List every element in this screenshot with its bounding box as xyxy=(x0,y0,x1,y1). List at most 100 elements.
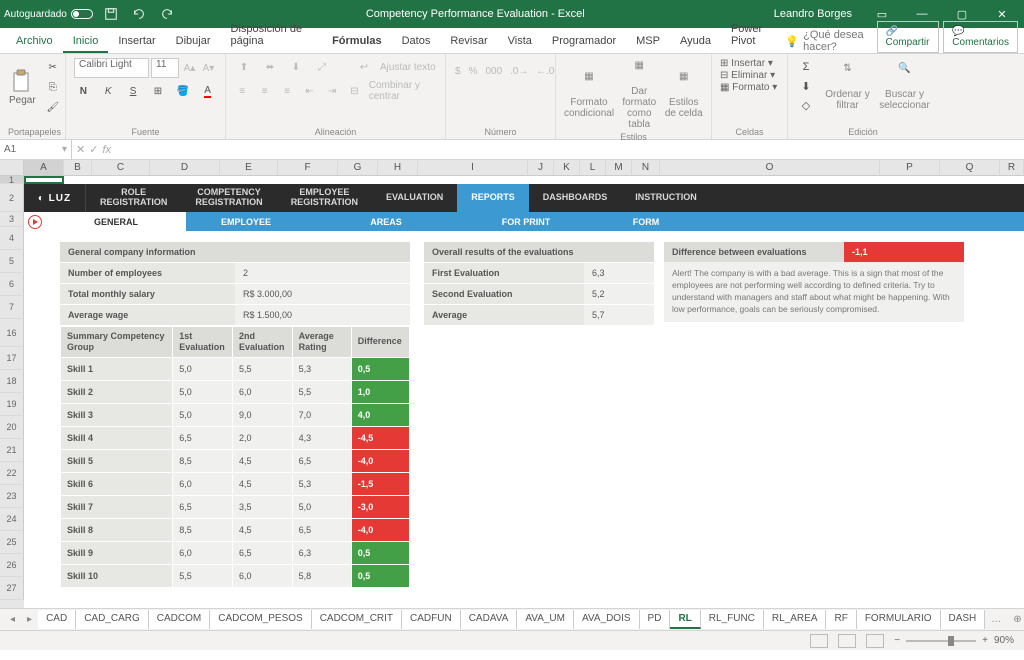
row-header-17[interactable]: 17 xyxy=(0,347,24,370)
col-header-D[interactable]: D xyxy=(150,160,220,175)
tab-file[interactable]: Archivo xyxy=(6,29,63,53)
accounting-icon[interactable]: $ xyxy=(454,62,462,80)
sheet-tab-cad_carg[interactable]: CAD_CARG xyxy=(76,610,149,629)
tab-review[interactable]: Revisar xyxy=(440,29,497,53)
border-icon[interactable]: ⊞ xyxy=(148,82,167,100)
align-bottom-icon[interactable]: ⬇ xyxy=(286,58,306,76)
col-header-J[interactable]: J xyxy=(528,160,554,175)
fill-color-icon[interactable]: 🪣 xyxy=(173,82,192,100)
paste-button[interactable]: Pegar xyxy=(8,64,37,110)
font-color-icon[interactable]: A xyxy=(198,82,217,100)
tab-help[interactable]: Ayuda xyxy=(670,29,721,53)
row-header-23[interactable]: 23 xyxy=(0,485,24,508)
row-header-26[interactable]: 26 xyxy=(0,554,24,577)
col-header-G[interactable]: G xyxy=(338,160,378,175)
subnav-general[interactable]: GENERAL xyxy=(46,212,186,231)
row-header-18[interactable]: 18 xyxy=(0,370,24,393)
sheet-tab-cadcom_pesos[interactable]: CADCOM_PESOS xyxy=(210,610,311,629)
col-header-F[interactable]: F xyxy=(278,160,338,175)
nav-reports[interactable]: REPORTS xyxy=(457,184,529,212)
tab-powerpivot[interactable]: Power Pivot xyxy=(721,17,785,53)
row-header-19[interactable]: 19 xyxy=(0,393,24,416)
row-header-7[interactable]: 7 xyxy=(0,296,24,319)
tab-formulas[interactable]: Fórmulas xyxy=(322,29,392,53)
row-headers[interactable]: 1234567161718192021222324252627 xyxy=(0,176,24,608)
underline-icon[interactable]: S xyxy=(124,82,143,100)
new-sheet-icon[interactable]: ⊕ xyxy=(1007,614,1024,625)
align-right-icon[interactable]: ≡ xyxy=(279,82,295,100)
sheet-tab-ava_dois[interactable]: AVA_DOIS xyxy=(574,610,640,629)
sheet-tab-cadcom_crit[interactable]: CADCOM_CRIT xyxy=(312,610,402,629)
align-left-icon[interactable]: ≡ xyxy=(234,82,250,100)
wrap-text-icon[interactable]: ↩ xyxy=(354,58,374,76)
conditional-format-button[interactable]: ▦Formato condicional xyxy=(564,69,614,119)
tab-layout[interactable]: Disposición de página xyxy=(221,17,323,53)
format-table-button[interactable]: ▦Dar formato como tabla xyxy=(620,58,658,130)
tab-msp[interactable]: MSP xyxy=(626,29,670,53)
cancel-formula-icon[interactable]: ✕ xyxy=(76,143,85,156)
align-top-icon[interactable]: ⬆ xyxy=(234,58,254,76)
sheet-tab-cadfun[interactable]: CADFUN xyxy=(402,610,461,629)
row-header-4[interactable]: 4 xyxy=(0,227,24,250)
nav-dashboards[interactable]: DASHBOARDS xyxy=(529,184,622,212)
view-normal-icon[interactable] xyxy=(810,634,828,648)
merge-icon[interactable]: ⊟ xyxy=(346,82,362,100)
sheet-tab-dash[interactable]: DASH xyxy=(941,610,986,629)
enter-formula-icon[interactable]: ✓ xyxy=(89,143,98,156)
copy-icon[interactable]: ⎘ xyxy=(43,78,63,96)
comma-icon[interactable]: 000 xyxy=(484,62,503,80)
nav-employee-registration[interactable]: EMPLOYEEREGISTRATION xyxy=(277,184,372,212)
nav-instruction[interactable]: INSTRUCTION xyxy=(621,184,711,212)
comments-button[interactable]: 💬 Comentarios xyxy=(943,21,1018,53)
row-header-22[interactable]: 22 xyxy=(0,462,24,485)
row-header-16[interactable]: 16 xyxy=(0,319,24,347)
row-header-2[interactable]: 2 xyxy=(0,184,24,212)
tab-home[interactable]: Inicio xyxy=(63,29,109,53)
select-all-corner[interactable] xyxy=(0,160,24,175)
cell-styles-button[interactable]: ▦Estilos de celda xyxy=(665,69,703,119)
col-header-I[interactable]: I xyxy=(418,160,528,175)
view-page-break-icon[interactable] xyxy=(866,634,884,648)
decrease-font-icon[interactable]: A▾ xyxy=(200,59,217,77)
sheet-nav-prev-icon[interactable]: ◂ xyxy=(4,614,21,625)
indent-inc-icon[interactable]: ⇥ xyxy=(324,82,340,100)
nav-role-registration[interactable]: ROLEREGISTRATION xyxy=(86,184,181,212)
play-icon[interactable] xyxy=(24,212,46,231)
clear-icon[interactable]: ◇ xyxy=(796,96,816,114)
row-header-1[interactable]: 1 xyxy=(0,176,24,184)
row-header-6[interactable]: 6 xyxy=(0,273,24,296)
name-box[interactable]: A1▾ xyxy=(0,140,72,159)
undo-icon[interactable] xyxy=(129,4,149,24)
nav-competency-registration[interactable]: COMPETENCYREGISTRATION xyxy=(181,184,276,212)
align-middle-icon[interactable]: ⬌ xyxy=(260,58,280,76)
sheet-tab-rf[interactable]: RF xyxy=(826,610,856,629)
user-name[interactable]: Leandro Borges xyxy=(774,8,852,20)
fill-icon[interactable]: ⬇ xyxy=(796,77,816,95)
view-page-layout-icon[interactable] xyxy=(838,634,856,648)
merge-center-button[interactable]: Combinar y centrar xyxy=(369,80,437,102)
active-cell[interactable] xyxy=(24,176,64,184)
align-center-icon[interactable]: ≡ xyxy=(256,82,272,100)
row-header-3[interactable]: 3 xyxy=(0,212,24,227)
sheet-tab-cadava[interactable]: CADAVA xyxy=(461,610,518,629)
sheet-tab-cad[interactable]: CAD xyxy=(38,610,76,629)
sheet-tab-rl[interactable]: RL xyxy=(670,610,700,629)
indent-dec-icon[interactable]: ⇤ xyxy=(301,82,317,100)
col-header-E[interactable]: E xyxy=(220,160,278,175)
italic-icon[interactable]: K xyxy=(99,82,118,100)
worksheet-content[interactable]: ◐ LUZ ROLEREGISTRATION COMPETENCYREGISTR… xyxy=(24,176,1024,608)
sheet-more-icon[interactable]: … xyxy=(985,614,1007,625)
sheet-tab-ava_um[interactable]: AVA_UM xyxy=(517,610,574,629)
subnav-employee[interactable]: EMPLOYEE xyxy=(186,212,306,231)
col-header-H[interactable]: H xyxy=(378,160,418,175)
wrap-text-button[interactable]: Ajustar texto xyxy=(380,62,436,73)
autosum-icon[interactable]: Σ xyxy=(796,58,816,76)
row-header-20[interactable]: 20 xyxy=(0,416,24,439)
col-header-A[interactable]: A xyxy=(24,160,64,175)
row-header-24[interactable]: 24 xyxy=(0,508,24,531)
font-size-select[interactable]: 11 xyxy=(151,58,179,78)
col-header-C[interactable]: C xyxy=(92,160,150,175)
col-header-Q[interactable]: Q xyxy=(940,160,1000,175)
subnav-areas[interactable]: AREAS xyxy=(306,212,466,231)
sheet-tab-pd[interactable]: PD xyxy=(640,610,671,629)
